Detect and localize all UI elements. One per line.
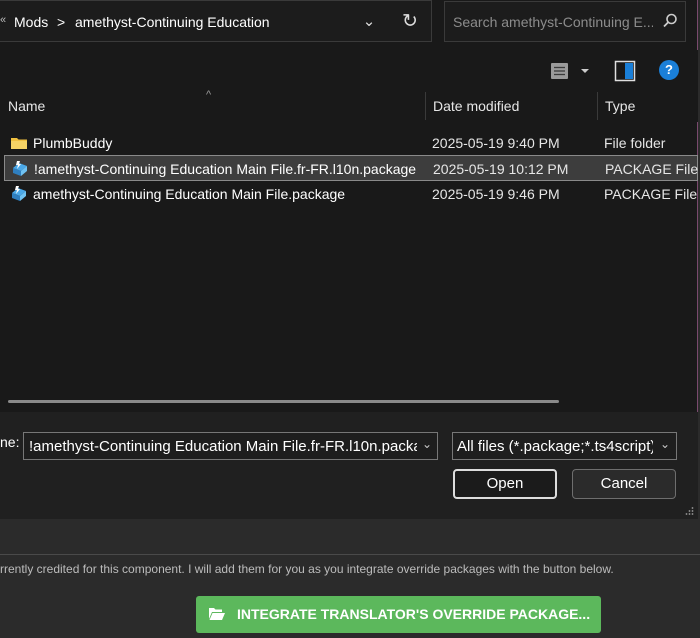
preview-pane-button[interactable] <box>614 60 636 82</box>
file-row-folder[interactable]: PlumbBuddy 2025-05-19 9:40 PM File folde… <box>4 130 698 156</box>
package-file-icon <box>12 186 26 201</box>
column-header-date-modified[interactable]: Date modified <box>433 90 519 122</box>
address-bar[interactable]: « Mods > amethyst-Continuing Education ⌄… <box>0 0 432 42</box>
divider <box>0 554 700 555</box>
filename-label: ne: <box>0 434 20 450</box>
file-name: !amethyst-Continuing Education Main File… <box>34 161 417 177</box>
horizontal-scrollbar[interactable] <box>8 400 559 403</box>
column-divider[interactable] <box>425 92 426 120</box>
credit-info-text: rrently credited for this component. I w… <box>0 562 614 576</box>
column-divider[interactable] <box>597 92 598 120</box>
breadcrumb-separator-icon[interactable]: > <box>57 14 65 30</box>
filename-field[interactable]: !amethyst-Continuing Education Main File… <box>23 432 438 460</box>
sort-ascending-icon: ^ <box>206 89 212 101</box>
file-date: 2025-05-19 10:12 PM <box>433 161 569 177</box>
help-button[interactable]: ? <box>659 60 679 80</box>
refresh-icon[interactable]: ↻ <box>396 9 424 35</box>
breadcrumb-current-folder[interactable]: amethyst-Continuing Education <box>75 14 270 30</box>
resize-grip-icon[interactable] <box>684 506 694 516</box>
folder-open-icon <box>209 608 225 620</box>
folder-icon <box>11 138 27 149</box>
column-headers: ^ Name Date modified Type <box>0 90 698 122</box>
integrate-override-package-button[interactable]: INTEGRATE TRANSLATOR'S OVERRIDE PACKAGE.… <box>196 596 601 633</box>
file-row-selected[interactable]: !amethyst-Continuing Education Main File… <box>4 155 698 181</box>
cancel-button[interactable]: Cancel <box>572 469 676 499</box>
chevron-down-icon[interactable]: ⌄ <box>422 437 432 451</box>
chevron-down-icon[interactable]: ⌄ <box>356 9 382 35</box>
breadcrumb-overflow-icon[interactable]: « <box>0 14 6 26</box>
file-type: PACKAGE File <box>604 186 698 202</box>
search-icon[interactable] <box>661 12 679 30</box>
app-background-area: rrently credited for this component. I w… <box>0 520 700 638</box>
preview-pane-icon <box>614 60 636 82</box>
column-header-name[interactable]: Name <box>8 90 45 122</box>
file-name: PlumbBuddy <box>33 135 113 151</box>
file-date: 2025-05-19 9:46 PM <box>432 186 560 202</box>
file-date: 2025-05-19 9:40 PM <box>432 135 560 151</box>
toolbar: ? <box>0 50 698 90</box>
filetype-select[interactable]: All files (*.package;*.ts4script) ⌄ <box>452 432 677 460</box>
file-name: amethyst-Continuing Education Main File.… <box>33 186 346 202</box>
view-list-icon <box>551 63 589 79</box>
file-open-dialog: « Mods > amethyst-Continuing Education ⌄… <box>0 0 698 519</box>
breadcrumb-mods[interactable]: Mods <box>14 14 48 30</box>
integrate-button-label: INTEGRATE TRANSLATOR'S OVERRIDE PACKAGE.… <box>237 606 591 622</box>
filename-value[interactable]: !amethyst-Continuing Education Main File… <box>29 438 417 455</box>
open-button[interactable]: Open <box>453 469 557 499</box>
search-input[interactable] <box>453 14 653 30</box>
file-row[interactable]: amethyst-Continuing Education Main File.… <box>4 181 698 207</box>
filetype-value: All files (*.package;*.ts4script) <box>457 438 653 455</box>
dialog-bottom-panel: ne: !amethyst-Continuing Education Main … <box>0 412 698 519</box>
view-options-button[interactable] <box>549 60 595 82</box>
file-type: PACKAGE File <box>605 161 699 177</box>
file-type: File folder <box>604 135 666 151</box>
package-file-icon <box>13 161 27 176</box>
chevron-down-icon[interactable]: ⌄ <box>660 437 670 451</box>
column-header-type[interactable]: Type <box>605 90 635 122</box>
search-box[interactable] <box>444 1 686 42</box>
